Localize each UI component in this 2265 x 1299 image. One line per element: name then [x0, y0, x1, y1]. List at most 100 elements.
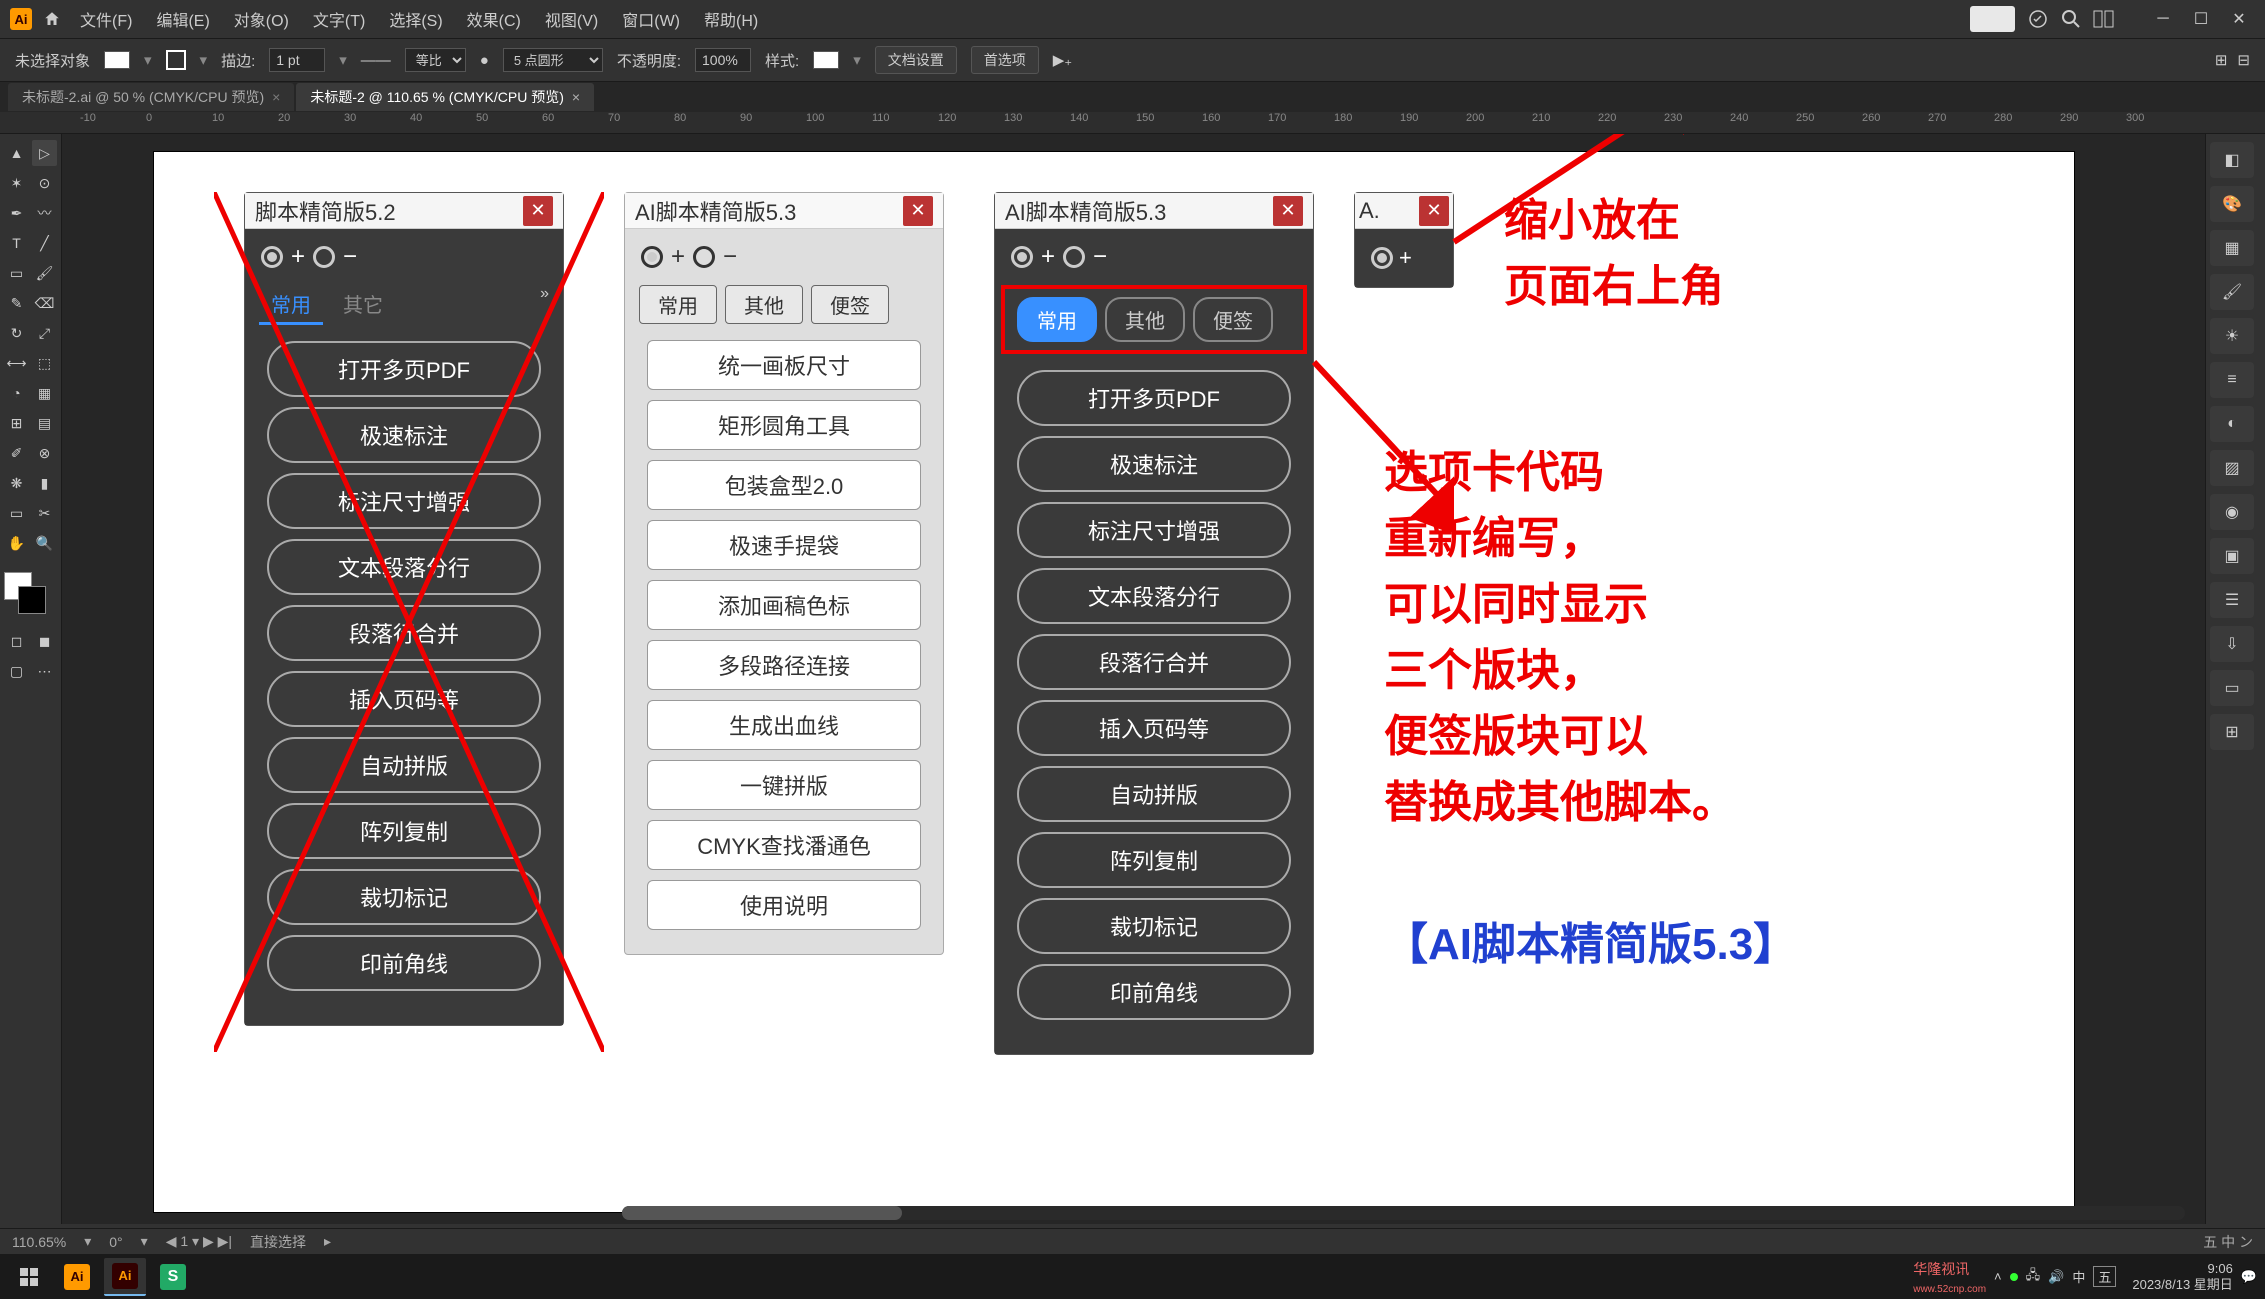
layers-panel-icon[interactable]: ☰ — [2210, 582, 2254, 618]
script-button[interactable]: 生成出血线 — [647, 700, 921, 750]
close-icon[interactable]: ✕ — [903, 196, 933, 226]
symbol-sprayer-tool[interactable]: ❋ — [4, 470, 29, 496]
radio-icon[interactable] — [1371, 247, 1393, 269]
mesh-tool[interactable]: ⊞ — [4, 410, 29, 436]
cloud-sync-icon[interactable] — [2027, 8, 2049, 30]
magic-wand-tool[interactable]: ✶ — [4, 170, 29, 196]
style-swatch[interactable] — [813, 51, 839, 69]
tray-network-icon[interactable]: 🖧 — [2026, 1266, 2041, 1288]
pen-tool[interactable]: ✒ — [4, 200, 29, 226]
search-icon[interactable] — [2061, 9, 2081, 29]
panel-toggle-icon[interactable]: ⊞ — [2215, 51, 2228, 69]
shaper-tool[interactable]: ✎ — [4, 290, 29, 316]
script-button[interactable]: 阵列复制 — [267, 803, 541, 859]
rotation[interactable]: 0° — [109, 1234, 122, 1250]
fill-swatch[interactable] — [104, 51, 130, 69]
tab-common[interactable]: 常用 — [1017, 297, 1097, 342]
selection-tool[interactable]: ▲ — [4, 140, 29, 166]
script-button[interactable]: 打开多页PDF — [1017, 370, 1291, 426]
gradient-panel-icon[interactable]: ◐ — [2210, 406, 2254, 442]
zoom-level[interactable]: 110.65% — [12, 1234, 66, 1250]
radio-icon[interactable] — [641, 246, 663, 268]
tab-common[interactable]: 常用 — [639, 285, 717, 324]
menu-help[interactable]: 帮助(H) — [696, 3, 766, 35]
menu-window[interactable]: 窗口(W) — [614, 3, 688, 35]
script-button[interactable]: 极速手提袋 — [647, 520, 921, 570]
hand-tool[interactable]: ✋ — [4, 530, 29, 556]
tray-chevron-up-icon[interactable]: ˄ — [1994, 1269, 2002, 1284]
script-button[interactable]: 插入页码等 — [1017, 700, 1291, 756]
script-button[interactable]: 统一画板尺寸 — [647, 340, 921, 390]
chevron-right-icon[interactable]: » — [540, 285, 549, 325]
menu-view[interactable]: 视图(V) — [537, 3, 606, 35]
tab-other[interactable]: 其它 — [331, 285, 395, 325]
panel-toggle-icon-2[interactable]: ⊟ — [2237, 51, 2250, 69]
swatches-panel-icon[interactable]: ▦ — [2210, 230, 2254, 266]
doc-setup-button[interactable]: 文档设置 — [875, 46, 957, 74]
artboards-panel-icon[interactable]: ▭ — [2210, 670, 2254, 706]
script-button[interactable]: 段落行合并 — [1017, 634, 1291, 690]
radio-icon[interactable] — [693, 246, 715, 268]
radio-icon[interactable] — [261, 246, 283, 268]
align-icon[interactable]: ▶₊ — [1053, 51, 1072, 69]
graph-tool[interactable]: ▮ — [32, 470, 57, 496]
scrollbar-thumb[interactable] — [622, 1206, 902, 1220]
edit-toolbar[interactable]: ⋯ — [32, 658, 57, 684]
close-icon[interactable]: × — [572, 89, 580, 105]
gradient-tool[interactable]: ▤ — [32, 410, 57, 436]
tab-other[interactable]: 其他 — [1105, 297, 1185, 342]
script-button[interactable]: 标注尺寸增强 — [267, 473, 541, 529]
menu-effect[interactable]: 效果(C) — [459, 3, 529, 35]
maximize-button[interactable]: ☐ — [2185, 7, 2217, 31]
transparency-panel-icon[interactable]: ▨ — [2210, 450, 2254, 486]
tray-status-icon[interactable] — [2010, 1273, 2018, 1281]
script-button[interactable]: 添加画稿色标 — [647, 580, 921, 630]
menu-object[interactable]: 对象(O) — [226, 3, 297, 35]
script-button[interactable]: 自动拼版 — [1017, 766, 1291, 822]
shape-builder-tool[interactable]: ◔ — [4, 380, 29, 406]
script-button[interactable]: 标注尺寸增强 — [1017, 502, 1291, 558]
tray-ime-icon[interactable]: 中 — [2072, 1267, 2085, 1286]
symbols-panel-icon[interactable]: ☀ — [2210, 318, 2254, 354]
stroke-panel-icon[interactable]: ≡ — [2210, 362, 2254, 398]
properties-panel-icon[interactable]: ◧ — [2210, 142, 2254, 178]
type-tool[interactable]: T — [4, 230, 29, 256]
brush-tool[interactable]: 🖌 — [32, 260, 57, 286]
script-button[interactable]: 文本段落分行 — [267, 539, 541, 595]
libraries-panel-icon[interactable]: ⊞ — [2210, 714, 2254, 750]
close-icon[interactable]: ✕ — [523, 196, 553, 226]
color-swatches[interactable] — [4, 572, 48, 616]
script-button[interactable]: 使用说明 — [647, 880, 921, 930]
graphic-styles-panel-icon[interactable]: ▣ — [2210, 538, 2254, 574]
color-panel-icon[interactable]: 🎨 — [2210, 186, 2254, 222]
asset-export-panel-icon[interactable]: ⇩ — [2210, 626, 2254, 662]
menu-select[interactable]: 选择(S) — [381, 3, 450, 35]
brushes-panel-icon[interactable]: 🖌 — [2210, 274, 2254, 310]
line-tool[interactable]: ╱ — [32, 230, 57, 256]
script-button[interactable]: 矩形圆角工具 — [647, 400, 921, 450]
tray-keyboard-icon[interactable]: 五 — [2093, 1266, 2116, 1287]
tray-clock[interactable]: 9:062023/8/13 星期日 — [2132, 1261, 2232, 1292]
close-button[interactable]: ✕ — [2223, 7, 2255, 31]
rotate-tool[interactable]: ↻ — [4, 320, 29, 346]
opacity-input[interactable] — [695, 48, 751, 72]
horizontal-scrollbar[interactable] — [622, 1206, 2185, 1220]
tray-notifications-icon[interactable]: 💬 — [2241, 1269, 2257, 1285]
slice-tool[interactable]: ✂ — [32, 500, 57, 526]
script-button[interactable]: 多段路径连接 — [647, 640, 921, 690]
script-button[interactable]: 极速标注 — [267, 407, 541, 463]
taskbar-app-script[interactable]: S — [152, 1258, 194, 1296]
artboard-nav[interactable]: ◀ 1 ▾ ▶ ▶| — [166, 1233, 232, 1250]
script-button[interactable]: 裁切标记 — [267, 869, 541, 925]
radio-icon[interactable] — [1011, 246, 1033, 268]
minimize-button[interactable]: ─ — [2147, 7, 2179, 31]
scale-dropdown[interactable]: 等比 — [405, 48, 466, 72]
menu-edit[interactable]: 编辑(E) — [148, 3, 217, 35]
draw-mode-behind[interactable]: ◼ — [32, 628, 57, 654]
script-button[interactable]: 包装盒型2.0 — [647, 460, 921, 510]
doc-tab-1[interactable]: 未标题-2.ai @ 50 % (CMYK/CPU 预览)× — [8, 83, 294, 111]
tray-volume-icon[interactable]: 🔊 — [2048, 1269, 2064, 1285]
doc-tab-2[interactable]: 未标题-2 @ 110.65 % (CMYK/CPU 预览)× — [296, 83, 594, 111]
artboard-tool[interactable]: ▭ — [4, 500, 29, 526]
close-icon[interactable]: ✕ — [1273, 196, 1303, 226]
